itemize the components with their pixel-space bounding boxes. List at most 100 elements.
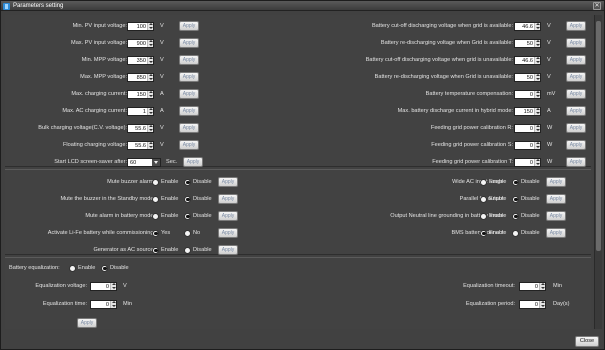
spinner-arrows-icon[interactable] (534, 73, 540, 81)
left-param-6-apply-button[interactable]: Apply (179, 123, 199, 133)
left-param-1-value: 900 (136, 40, 146, 47)
toggle-right-0-option1-radio[interactable] (480, 178, 487, 186)
left-param-2-spinner[interactable]: 350 (127, 55, 154, 65)
spinner-arrows-icon[interactable] (534, 22, 540, 30)
spinner-arrows-icon[interactable] (534, 107, 540, 115)
right-param-0-apply-button[interactable]: Apply (566, 21, 586, 31)
toggle-left-2-option1-radio[interactable] (152, 212, 159, 220)
spinner-arrows-icon[interactable] (147, 90, 153, 98)
spinner-arrows-icon[interactable] (534, 158, 540, 166)
toggle-left-1-apply-button[interactable]: Apply (218, 194, 238, 204)
toggle-right-1-apply-button[interactable]: Apply (546, 194, 566, 204)
left-param-5-apply-button[interactable]: Apply (179, 106, 199, 116)
toggle-right-1-option2-radio[interactable] (512, 195, 519, 203)
equalization-timeout-spinner[interactable]: 0 (519, 281, 546, 291)
right-param-6-spinner[interactable]: 0 (514, 123, 541, 133)
right-param-1-spinner[interactable]: 50 (514, 38, 541, 48)
toggle-left-0-option1-radio[interactable] (152, 178, 159, 186)
toggle-left-3-option1-radio[interactable] (152, 229, 159, 237)
equalization-period-spinner[interactable]: 0 (519, 299, 546, 309)
spinner-arrows-icon[interactable] (147, 56, 153, 64)
equalization-disable-radio[interactable] (101, 264, 108, 272)
toggle-left-4-option2-radio[interactable] (184, 246, 191, 254)
screensaver-combobox[interactable]: 60 (127, 157, 161, 167)
left-param-3-unit: V (160, 74, 164, 80)
right-param-2-spinner[interactable]: 46.6 (514, 55, 541, 65)
equalization-apply-button[interactable]: Apply (77, 318, 97, 328)
toggle-left-4-option1-radio[interactable] (152, 246, 159, 254)
equalization-time-spinner[interactable]: 0 (90, 299, 117, 309)
right-param-3-apply-button[interactable]: Apply (566, 72, 586, 82)
toggle-left-0-apply-button[interactable]: Apply (218, 177, 238, 187)
spinner-arrows-icon[interactable] (147, 107, 153, 115)
equalization-timeout-value: 0 (534, 283, 538, 290)
toggle-left-2-apply-button[interactable]: Apply (218, 211, 238, 221)
toggle-right-3-apply-button[interactable]: Apply (546, 228, 566, 238)
toggle-left-3-apply-button[interactable]: Apply (218, 228, 238, 238)
toggle-left-0-option2-radio[interactable] (184, 178, 191, 186)
toggle-left-3-option2-radio[interactable] (184, 229, 191, 237)
left-param-1-apply-button[interactable]: Apply (179, 38, 199, 48)
right-param-8-apply-button[interactable]: Apply (566, 157, 586, 167)
toggle-left-1-option1-radio[interactable] (152, 195, 159, 203)
toggle-right-1-option1-radio[interactable] (480, 195, 487, 203)
left-param-1-spinner[interactable]: 900 (127, 38, 154, 48)
toggle-right-3-option2-radio[interactable] (512, 229, 519, 237)
left-param-0-apply-button[interactable]: Apply (179, 21, 199, 31)
window-close-icon[interactable]: ✕ (593, 2, 601, 10)
equalization-enable-radio[interactable] (69, 264, 76, 272)
left-param-0-spinner[interactable]: 100 (127, 21, 154, 31)
toggle-right-0-option2-radio[interactable] (512, 178, 519, 186)
spinner-arrows-icon[interactable] (534, 141, 540, 149)
spinner-arrows-icon[interactable] (147, 141, 153, 149)
spinner-arrows-icon[interactable] (147, 124, 153, 132)
right-param-8-spinner[interactable]: 0 (514, 157, 541, 167)
right-param-5-spinner[interactable]: 150 (514, 106, 541, 116)
left-param-2-apply-button[interactable]: Apply (179, 55, 199, 65)
right-param-7-spinner[interactable]: 0 (514, 140, 541, 150)
right-param-5-apply-button[interactable]: Apply (566, 106, 586, 116)
spinner-arrows-icon[interactable] (534, 39, 540, 47)
equalization-voltage-spinner[interactable]: 0 (90, 281, 117, 291)
left-param-7-spinner[interactable]: 55.6 (127, 140, 154, 150)
right-param-6-value: 0 (529, 125, 533, 132)
right-param-3-spinner[interactable]: 50 (514, 72, 541, 82)
toggle-right-2-apply-button[interactable]: Apply (546, 211, 566, 221)
close-button[interactable]: Close (575, 336, 599, 347)
spinner-arrows-icon[interactable] (110, 300, 116, 308)
left-param-4-spinner[interactable]: 150 (127, 89, 154, 99)
toggle-right-2-option1-radio[interactable] (480, 212, 487, 220)
spinner-arrows-icon[interactable] (147, 39, 153, 47)
left-param-3-spinner[interactable]: 850 (127, 72, 154, 82)
left-param-7-apply-button[interactable]: Apply (179, 140, 199, 150)
screensaver-apply-button[interactable]: Apply (183, 157, 203, 167)
right-param-7-apply-button[interactable]: Apply (566, 140, 586, 150)
right-param-2-apply-button[interactable]: Apply (566, 55, 586, 65)
left-param-3-apply-button[interactable]: Apply (179, 72, 199, 82)
toggle-left-2-option2-radio[interactable] (184, 212, 191, 220)
toggle-left-1-option2-radio[interactable] (184, 195, 191, 203)
right-param-6-apply-button[interactable]: Apply (566, 123, 586, 133)
vertical-scrollbar[interactable] (594, 15, 602, 329)
toggle-right-3-option1-radio[interactable] (480, 229, 487, 237)
scrollbar-thumb[interactable] (596, 21, 601, 251)
spinner-arrows-icon[interactable] (534, 90, 540, 98)
spinner-arrows-icon[interactable] (539, 282, 545, 290)
right-param-0-spinner[interactable]: 46.6 (514, 21, 541, 31)
right-param-4-apply-button[interactable]: Apply (566, 89, 586, 99)
toggle-left-4-apply-button[interactable]: Apply (218, 245, 238, 255)
chevron-down-icon[interactable] (152, 158, 160, 166)
spinner-arrows-icon[interactable] (110, 282, 116, 290)
left-param-6-spinner[interactable]: 55.6 (127, 123, 154, 133)
spinner-arrows-icon[interactable] (539, 300, 545, 308)
spinner-arrows-icon[interactable] (534, 56, 540, 64)
left-param-5-spinner[interactable]: 1 (127, 106, 154, 116)
toggle-right-0-apply-button[interactable]: Apply (546, 177, 566, 187)
spinner-arrows-icon[interactable] (147, 73, 153, 81)
right-param-1-apply-button[interactable]: Apply (566, 38, 586, 48)
toggle-right-2-option2-radio[interactable] (512, 212, 519, 220)
spinner-arrows-icon[interactable] (147, 22, 153, 30)
left-param-4-apply-button[interactable]: Apply (179, 89, 199, 99)
spinner-arrows-icon[interactable] (534, 124, 540, 132)
right-param-4-spinner[interactable]: 0 (514, 89, 541, 99)
